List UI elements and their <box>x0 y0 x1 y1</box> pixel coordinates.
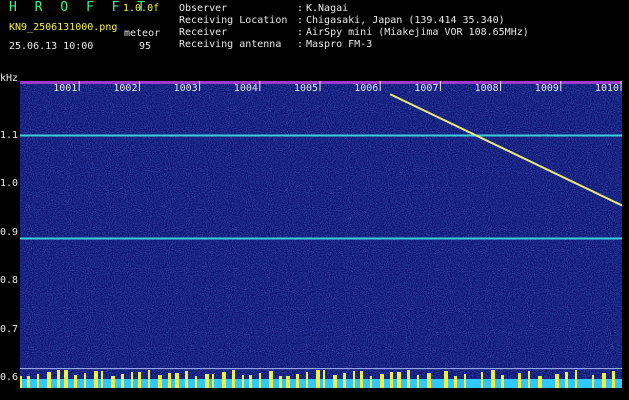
bottom-band-spike <box>148 370 150 388</box>
bottom-band-spike <box>491 370 495 388</box>
bottom-band-spike <box>64 370 68 388</box>
mode-label: meteor <box>124 28 161 39</box>
time-tick-label: 1006 <box>354 83 378 94</box>
bottom-band-spike <box>397 372 401 388</box>
bottom-band-spike <box>464 374 466 388</box>
bottom-band <box>20 379 622 388</box>
bottom-band-spike <box>333 375 337 388</box>
bottom-band-spike <box>158 375 162 388</box>
observer-value: K.Nagai <box>306 3 349 14</box>
time-tick-label: 1008 <box>475 83 499 94</box>
bottom-band-spike <box>185 371 188 388</box>
time-tick-label: 1002 <box>113 83 137 94</box>
observer-colon: : <box>297 3 304 14</box>
mode-value: 95 <box>139 41 152 52</box>
bottom-band-spike <box>602 373 606 388</box>
y-tick-label: 0.8 <box>0 275 19 287</box>
time-tick-label: 1010 <box>595 83 619 94</box>
bottom-band-spike <box>555 374 559 388</box>
antenna-colon: : <box>297 39 304 50</box>
receiver-label: Receiver <box>179 27 228 38</box>
app-version: 1.0.0f <box>123 3 160 14</box>
observer-label: Observer <box>179 3 228 14</box>
time-tick-label: 1001 <box>53 83 77 94</box>
bottom-band-spike <box>57 370 60 388</box>
bottom-band-spike <box>518 373 521 388</box>
bottom-band-spike <box>84 373 86 388</box>
bottom-band-spike <box>528 371 530 388</box>
bottom-band-spike <box>101 371 103 388</box>
time-tick-label: 1007 <box>414 83 438 94</box>
bottom-band-spike <box>195 376 197 388</box>
bottom-band-spike <box>121 374 124 388</box>
bottom-band-spike <box>37 374 39 388</box>
bottom-band-spike <box>575 370 577 388</box>
bottom-band-spike <box>360 371 363 388</box>
bottom-band-spike <box>259 373 261 388</box>
y-tick-label: 0.7 <box>0 323 19 335</box>
file-name: KN9_2506131000.png <box>9 22 118 33</box>
bottom-band-spike <box>111 376 115 388</box>
bottom-band-spike <box>47 372 51 388</box>
bottom-band-spike <box>232 370 235 388</box>
bottom-band-spike <box>131 372 133 388</box>
bottom-band-spike <box>380 374 384 388</box>
y-tick-label: 1.0 <box>0 178 19 190</box>
bottom-band-spike <box>444 371 448 388</box>
bottom-band-spike <box>612 371 615 388</box>
bottom-band-spike <box>481 372 483 388</box>
bottom-band-spike <box>27 376 30 388</box>
bottom-band-spike <box>249 375 252 388</box>
scan-datetime: 25.06.13 10:00 <box>9 41 94 52</box>
location-value: Chigasaki, Japan (139.414 35.340) <box>306 15 505 26</box>
bottom-band-spike <box>175 373 179 388</box>
bottom-band-spike <box>538 376 542 388</box>
spectrogram-noise <box>20 81 622 388</box>
spectrogram-canvas: 1001 1002 1003 1004 1005 1006 1007 1008 1009 1010 <box>20 81 622 388</box>
bottom-band-spike <box>417 375 419 388</box>
bottom-band-spike <box>138 372 141 388</box>
bottom-band-spike <box>454 376 457 388</box>
antenna-label: Receiving antenna <box>179 39 282 50</box>
bottom-band-spike <box>390 372 393 388</box>
bottom-band-spike <box>74 375 77 388</box>
y-tick-label: 0.9 <box>0 226 19 238</box>
bottom-band-spike <box>316 370 320 388</box>
bottom-band-spike <box>370 376 372 388</box>
bottom-band-spike <box>242 375 244 388</box>
time-tick-label: 1005 <box>294 83 318 94</box>
location-label: Receiving Location <box>179 15 288 26</box>
bottom-band-spike <box>94 371 98 388</box>
bottom-band-spike <box>501 375 504 388</box>
bottom-band-spike <box>343 373 346 388</box>
bottom-band-spike <box>427 373 431 388</box>
time-tick-label: 1009 <box>535 83 559 94</box>
y-unit-label: kHz <box>0 73 19 84</box>
bottom-band-spike <box>205 374 209 388</box>
location-colon: : <box>297 15 304 26</box>
bottom-band-spike <box>20 376 22 388</box>
bottom-band-spike <box>279 376 282 388</box>
bottom-band-spike <box>353 371 355 388</box>
time-tick-label: 1004 <box>234 83 258 94</box>
bottom-band-spike <box>323 370 325 388</box>
receiver-colon: : <box>297 27 304 38</box>
bottom-band-spike <box>222 372 226 388</box>
bottom-band-spike <box>286 376 290 388</box>
bottom-band-spike <box>168 373 171 388</box>
bottom-band-spike <box>592 375 594 388</box>
bottom-band-spike <box>212 374 214 388</box>
bottom-band-spike <box>296 374 299 388</box>
bottom-band-spike <box>407 370 410 388</box>
bottom-band-spike <box>269 371 273 388</box>
y-tick-label: 0.6 <box>0 372 19 384</box>
top-marker-band <box>20 81 622 84</box>
y-tick-label: 1.1 <box>0 129 19 141</box>
spectrogram: 1001 1002 1003 1004 1005 1006 1007 1008 1009 1010 <box>20 81 622 388</box>
receiver-value: AirSpy mini (Miakejima VOR 108.65MHz) <box>306 27 529 38</box>
bottom-band-spike <box>306 372 308 388</box>
time-tick-label: 1003 <box>174 83 198 94</box>
bottom-band-spike <box>565 372 568 388</box>
antenna-value: Maspro FM-3 <box>306 39 373 50</box>
